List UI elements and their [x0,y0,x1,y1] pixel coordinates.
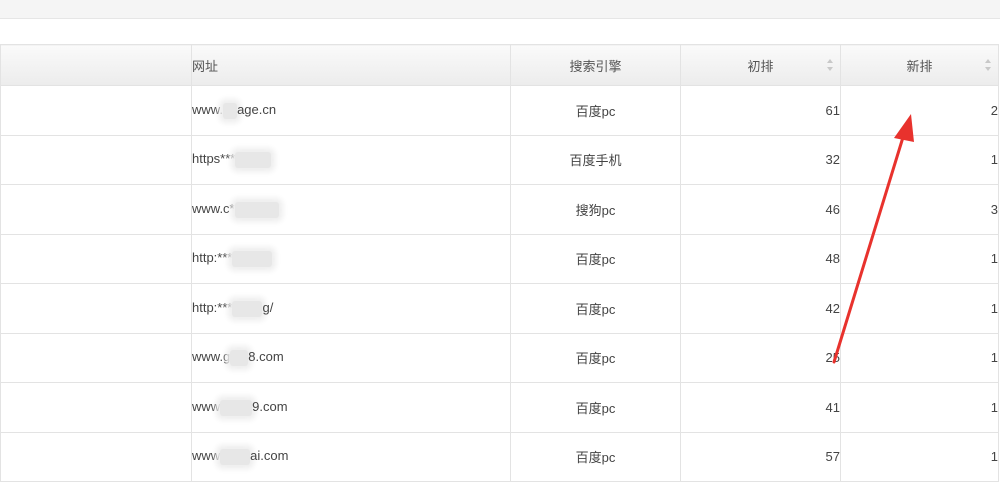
engine-cell: 百度pc [510,283,681,334]
url-cell: http:*** [191,233,511,284]
header-initial-rank-label: 初排 [747,58,774,74]
sort-icon[interactable] [985,59,992,71]
top-toolbar [0,0,1000,19]
initial-rank-cell: 41 [680,382,841,433]
url-cell: www ai.com [191,431,511,482]
url-text-start: www [192,448,221,464]
new-rank-cell: 2 [840,85,999,136]
initial-rank-cell: 57 [680,431,841,482]
url-text-end: ai.com [250,448,289,464]
row-blank-cell [0,431,192,482]
initial-rank-cell: 25 [680,332,841,383]
url-text-end: age.cn [237,101,277,117]
header-initial-rank[interactable]: 初排 [680,44,841,86]
url-text-start: www. [192,101,224,117]
ranking-table: 网址 搜索引擎 初排 新排 www. age.cn 百度pc 61 2 http… [0,44,999,482]
initial-rank-cell: 48 [680,233,841,284]
url-text-start: http:*** [192,299,233,315]
url-cell: www 9.com [191,382,511,433]
table-row: www.g 8.com 百度pc 25 1 [0,332,999,383]
redacted-blur [223,102,238,119]
initial-rank-cell: 46 [680,184,841,235]
url-text-start: https*** [192,151,236,167]
new-rank-cell: 1 [840,134,999,185]
url-cell: www.g 8.com [191,332,511,383]
url-cell: https*** [191,134,511,185]
table-row: www ai.com 百度pc 57 1 [0,431,999,482]
new-rank-cell: 1 [840,332,999,383]
new-rank-cell: 1 [840,382,999,433]
url-cell: www.c* [191,184,511,235]
url-cell: www. age.cn [191,85,511,136]
table-row: www.c* 搜狗pc 46 3 [0,184,999,235]
engine-cell: 百度pc [510,85,681,136]
url-text-start: www [192,398,221,414]
url-text-end: 8.com [248,349,284,365]
table-row: www. age.cn 百度pc 61 2 [0,85,999,136]
ranking-table-container: 网址 搜索引擎 初排 新排 www. age.cn 百度pc 61 2 http… [0,44,1000,482]
new-rank-cell: 1 [840,431,999,482]
table-header-row: 网址 搜索引擎 初排 新排 [0,44,999,86]
redacted-blur [234,201,279,218]
engine-cell: 百度pc [510,431,681,482]
table-row: www 9.com 百度pc 41 1 [0,382,999,433]
new-rank-cell: 1 [840,283,999,334]
header-new-rank-label: 新排 [906,58,933,74]
engine-cell: 搜狗pc [510,184,681,235]
url-text-end: g/ [262,299,274,315]
url-text-start: www.g [192,349,231,365]
url-cell: http:*** g/ [191,283,511,334]
url-text-end: 9.com [252,398,288,414]
engine-cell: 百度手机 [510,134,681,185]
sort-icon[interactable] [827,59,834,71]
row-blank-cell [0,233,192,284]
header-new-rank[interactable]: 新排 [840,44,999,86]
initial-rank-cell: 61 [680,85,841,136]
initial-rank-cell: 32 [680,134,841,185]
url-text-start: http:*** [192,250,233,266]
row-blank-cell [0,382,192,433]
row-blank-cell [0,283,192,334]
row-blank-cell [0,134,192,185]
new-rank-cell: 1 [840,233,999,284]
redacted-blur [232,300,263,317]
table-row: http:*** g/ 百度pc 42 1 [0,283,999,334]
new-rank-cell: 3 [840,184,999,235]
row-blank-cell [0,332,192,383]
redacted-blur [235,152,272,169]
redacted-blur [230,350,249,367]
initial-rank-cell: 42 [680,283,841,334]
engine-cell: 百度pc [510,382,681,433]
engine-cell: 百度pc [510,233,681,284]
header-url: 网址 [191,44,511,86]
row-blank-cell [0,184,192,235]
redacted-blur [232,251,273,268]
redacted-blur [220,449,251,466]
table-row: http:*** 百度pc 48 1 [0,233,999,284]
header-search-engine: 搜索引擎 [510,44,681,86]
redacted-blur [220,399,253,416]
row-blank-cell [0,85,192,136]
url-text-start: www.c* [192,200,235,216]
header-blank [0,44,192,86]
engine-cell: 百度pc [510,332,681,383]
table-row: https*** 百度手机 32 1 [0,134,999,185]
